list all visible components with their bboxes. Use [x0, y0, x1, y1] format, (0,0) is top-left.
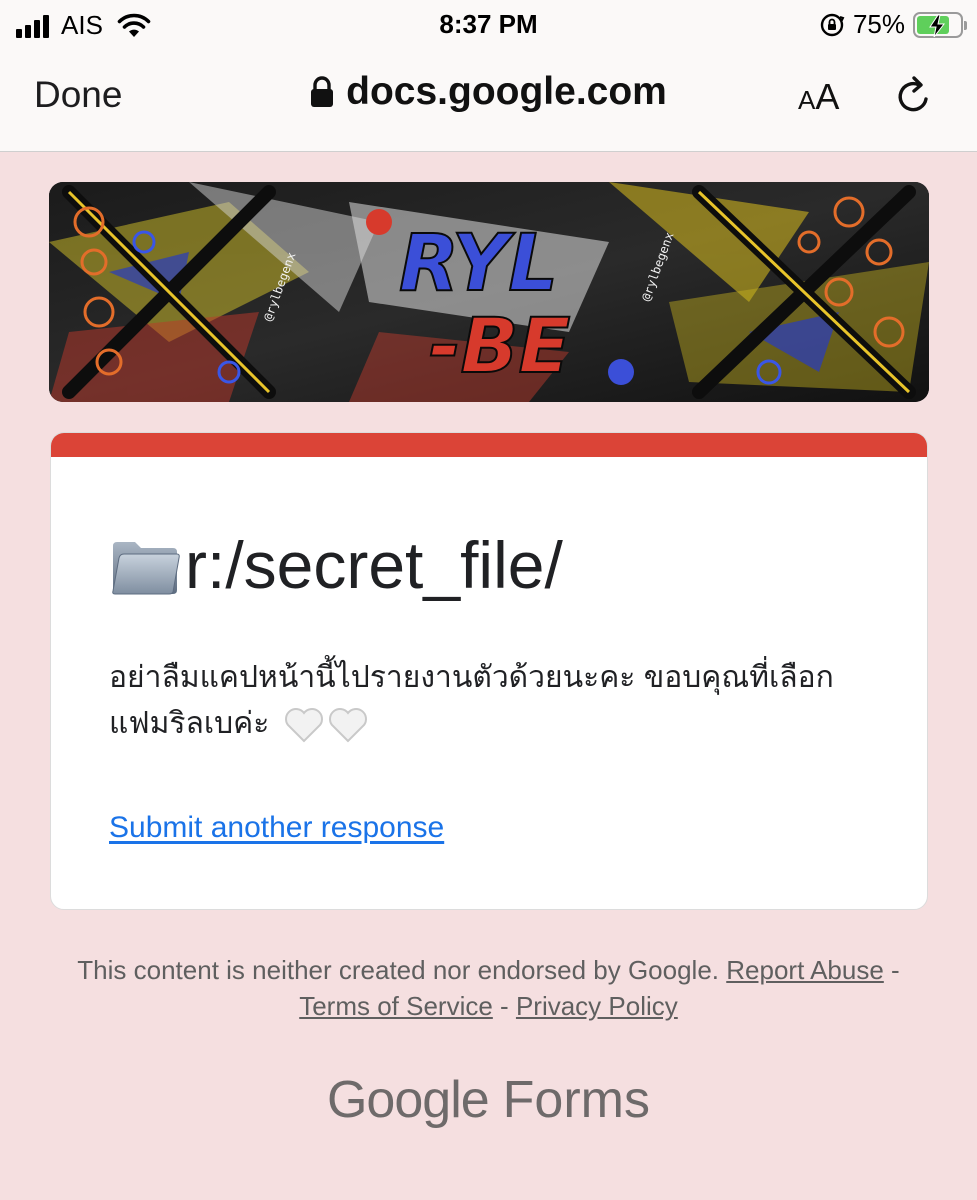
google-forms-logo[interactable]: Google Forms: [0, 1070, 977, 1130]
reload-icon[interactable]: [892, 74, 936, 118]
text-size-small-label: A: [798, 85, 816, 115]
banner-logo-line1: RYL: [399, 219, 558, 309]
banner-logo-line2: -BE: [429, 301, 570, 390]
header-banner-image: RYL -BE @rylbegenx @rylbegenx: [49, 182, 929, 402]
white-hearts-emoji: [284, 707, 368, 743]
browser-toolbar: Done docs.google.com AA: [0, 50, 977, 152]
confirmation-card: r:/secret_file/ อย่าลืมแคปหน้านี้ไปรายงา…: [50, 432, 928, 910]
submit-another-response-link[interactable]: Submit another response: [109, 811, 444, 845]
google-wordmark: Google: [326, 1071, 490, 1129]
text-size-big-label: A: [815, 76, 840, 117]
status-right: 75%: [819, 9, 967, 40]
form-title-text: r:/secret_file/: [185, 528, 563, 602]
form-title: r:/secret_file/: [109, 527, 563, 603]
battery-percent: 75%: [852, 9, 905, 39]
url-text: docs.google.com: [346, 70, 667, 113]
banner-artwork: RYL -BE @rylbegenx @rylbegenx: [49, 182, 929, 402]
confirmation-message-text: อย่าลืมแคปหน้านี้ไปรายงานตัวด้วยนะคะ ขอบ…: [109, 661, 834, 740]
report-abuse-link[interactable]: Report Abuse: [726, 955, 884, 985]
privacy-policy-link[interactable]: Privacy Policy: [516, 991, 678, 1021]
footer-separator: -: [492, 991, 516, 1021]
folder-icon: [112, 542, 180, 595]
status-bar: AIS 8:37 PM 75%: [0, 0, 977, 50]
terms-of-service-link[interactable]: Terms of Service: [299, 991, 493, 1021]
card-accent-bar: [51, 433, 927, 457]
disclaimer-text: This content is neither created nor endo…: [77, 955, 720, 985]
forms-wordmark: Forms: [502, 1071, 650, 1129]
confirmation-message: อย่าลืมแคปหน้านี้ไปรายงานตัวด้วยนะคะ ขอบ…: [109, 655, 869, 747]
lock-icon: [311, 76, 334, 107]
text-size-button[interactable]: AA: [798, 76, 839, 118]
charging-bolt-icon: [929, 14, 946, 37]
orientation-lock-icon: [820, 13, 845, 36]
footer-disclaimer: This content is neither created nor endo…: [60, 952, 917, 1024]
footer-separator: -: [883, 955, 900, 985]
battery-icon: [913, 11, 967, 38]
